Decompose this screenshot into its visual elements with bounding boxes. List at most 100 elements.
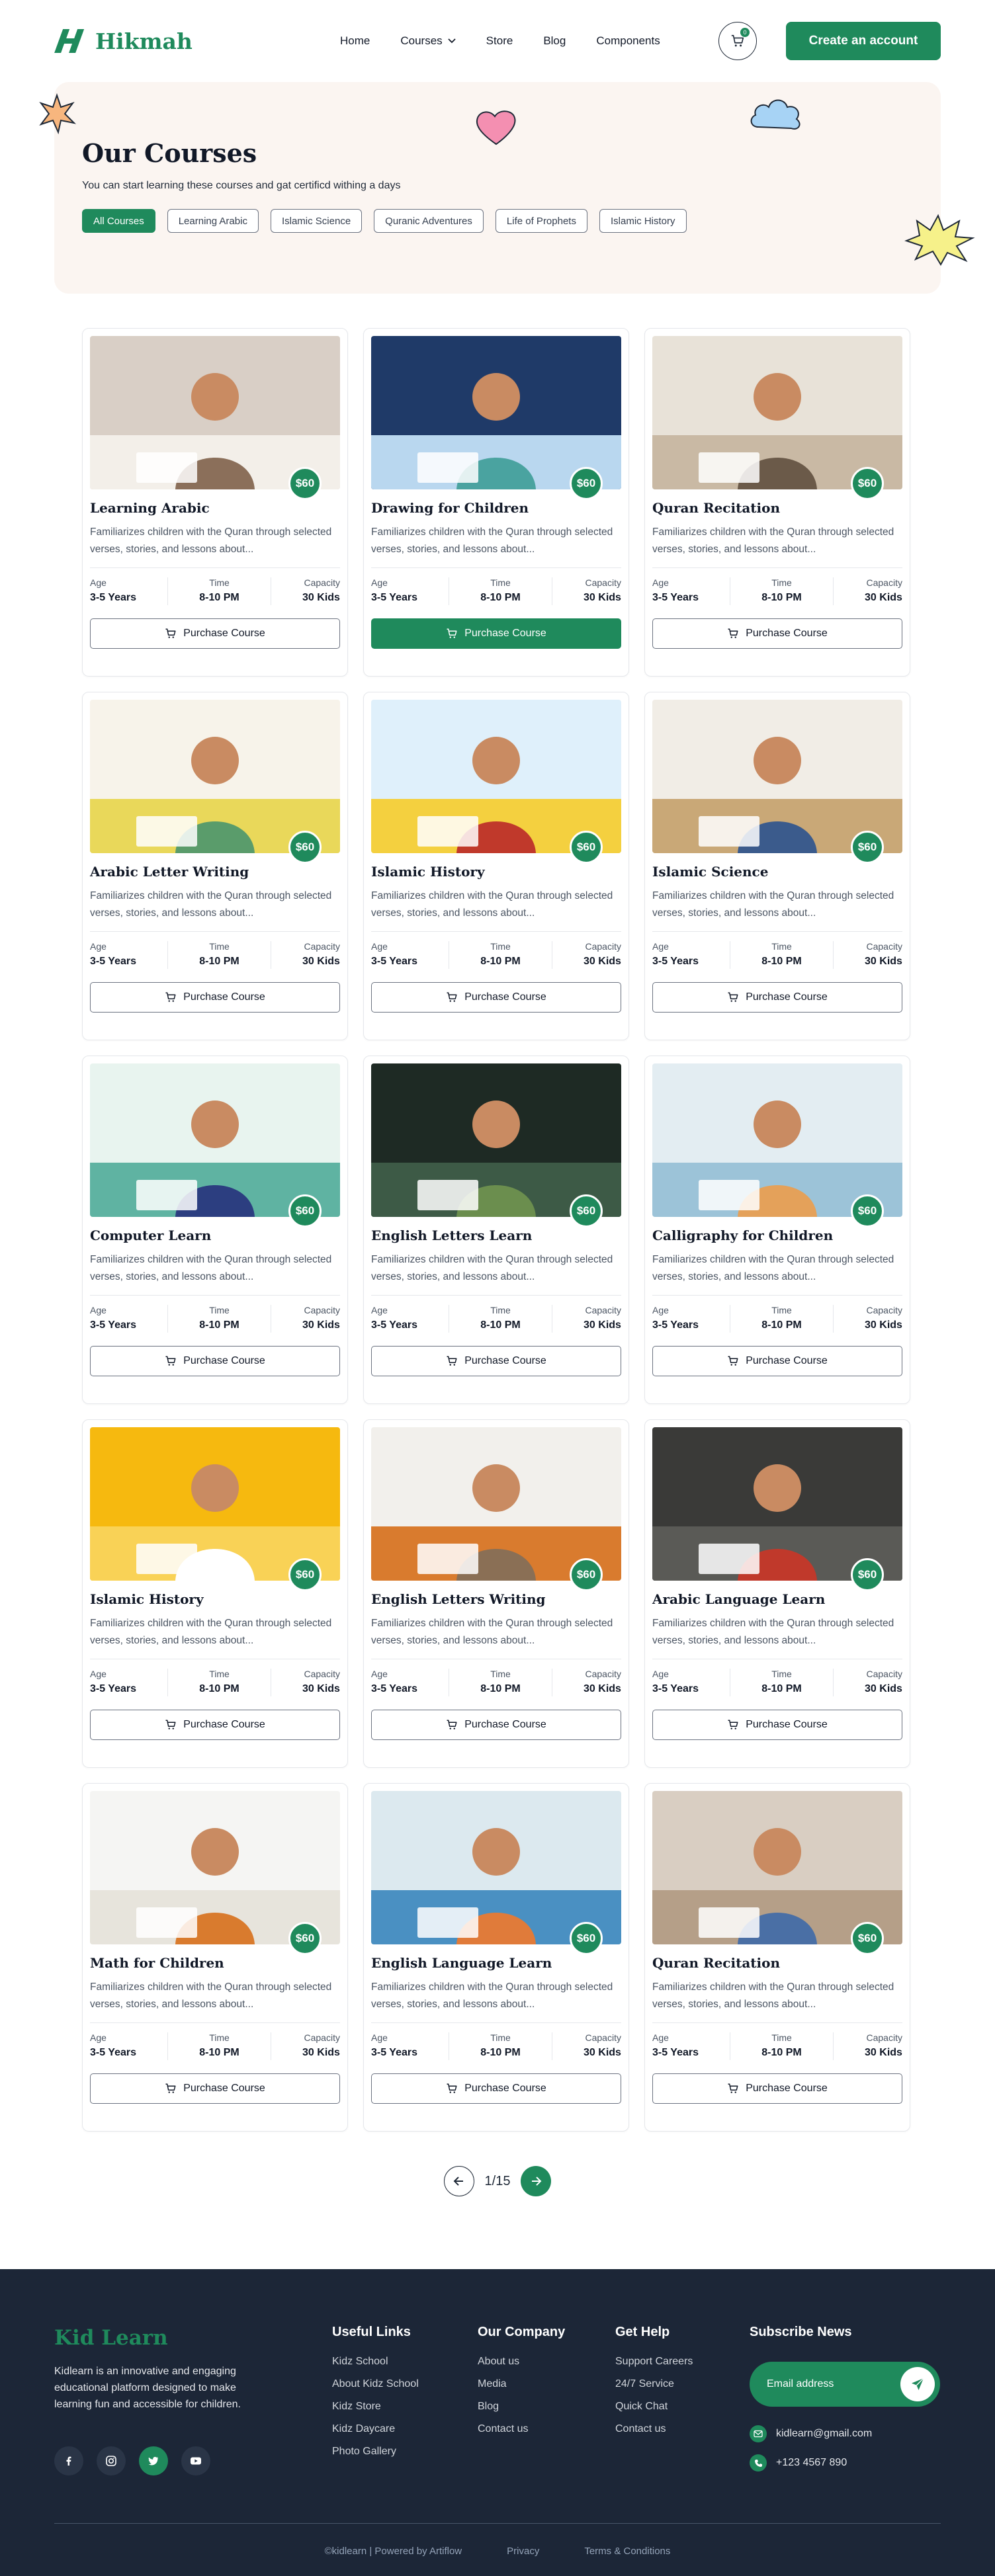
course-card[interactable]: $60 Calligraphy for Children Familiarize… [644,1056,910,1404]
purchase-course-button[interactable]: Purchase Course [652,2073,902,2104]
course-title[interactable]: Islamic Science [652,864,902,880]
course-title[interactable]: English Letters Writing [371,1591,621,1607]
purchase-course-button[interactable]: Purchase Course [371,2073,621,2104]
course-title[interactable]: Drawing for Children [371,500,621,516]
course-title[interactable]: Computer Learn [90,1227,340,1243]
filter-learning-arabic[interactable]: Learning Arabic [167,209,259,233]
course-card[interactable]: $60 English Letters Writing Familiarizes… [363,1419,629,1768]
filter-quranic-adventures[interactable]: Quranic Adventures [374,209,484,233]
cart-button[interactable]: 0 [718,22,757,60]
age-label: Age [652,577,669,588]
footer-link[interactable]: 24/7 Service [615,2378,693,2390]
footer-link[interactable]: Media [478,2378,565,2390]
footer-link[interactable]: About us [478,2356,565,2368]
purchase-course-button[interactable]: Purchase Course [90,1346,340,1376]
subscribe-email-field[interactable]: Email address [750,2362,940,2407]
purchase-course-button[interactable]: Purchase Course [90,618,340,649]
footer-link[interactable]: Kidz Daycare [332,2423,419,2435]
course-card[interactable]: $60 Quran Recitation Familiarizes childr… [644,328,910,677]
brand-logo[interactable]: Hikmah [54,25,193,57]
capacity-value: 30 Kids [584,1683,621,1694]
price-badge: $60 [851,1922,884,1955]
footer-link[interactable]: About Kidz School [332,2378,419,2390]
course-card[interactable]: $60 Islamic Science Familiarizes childre… [644,692,910,1040]
filter-life-of-prophets[interactable]: Life of Prophets [495,209,587,233]
terms-link[interactable]: Terms & Conditions [584,2546,670,2557]
social-links [54,2446,210,2475]
card-divider [90,931,340,932]
subscribe-send-button[interactable] [900,2367,935,2401]
purchase-course-button[interactable]: Purchase Course [652,1710,902,1740]
footer-link[interactable]: Photo Gallery [332,2446,419,2458]
contact-email[interactable]: kidlearn@gmail.com [750,2425,872,2442]
purchase-course-button[interactable]: Purchase Course [90,2073,340,2104]
purchase-course-button[interactable]: Purchase Course [90,1710,340,1740]
cart-count-badge: 0 [740,28,750,37]
privacy-link[interactable]: Privacy [507,2546,539,2557]
purchase-course-button[interactable]: Purchase Course [652,982,902,1013]
twitter-link[interactable] [139,2446,168,2475]
footer-link[interactable]: Contact us [478,2423,565,2435]
course-title[interactable]: Learning Arabic [90,500,340,516]
footer-link[interactable]: Contact us [615,2423,693,2435]
footer-link[interactable]: Kidz Store [332,2401,419,2413]
course-title[interactable]: English Language Learn [371,1955,621,1971]
nav-components[interactable]: Components [596,34,660,48]
course-card[interactable]: $60 English Language Learn Familiarizes … [363,1783,629,2132]
purchase-course-button[interactable]: Purchase Course [652,618,902,649]
card-divider [90,1295,340,1296]
course-card[interactable]: $60 Arabic Letter Writing Familiarizes c… [82,692,348,1040]
course-title[interactable]: Islamic History [371,864,621,880]
course-title[interactable]: Math for Children [90,1955,340,1971]
nav-blog[interactable]: Blog [543,34,566,48]
course-title[interactable]: Arabic Language Learn [652,1591,902,1607]
footer-link[interactable]: Blog [478,2401,565,2413]
facebook-link[interactable] [54,2446,83,2475]
course-title[interactable]: Calligraphy for Children [652,1227,902,1243]
course-title[interactable]: English Letters Learn [371,1227,621,1243]
course-title[interactable]: Arabic Letter Writing [90,864,340,880]
course-description: Familiarizes children with the Quran thr… [90,526,332,555]
time-label: Time [209,1305,230,1315]
course-card[interactable]: $60 Learning Arabic Familiarizes childre… [82,328,348,677]
course-card[interactable]: $60 Arabic Language Learn Familiarizes c… [644,1419,910,1768]
course-card[interactable]: $60 Quran Recitation Familiarizes childr… [644,1783,910,2132]
purchase-course-button[interactable]: Purchase Course [90,982,340,1013]
card-divider [90,567,340,568]
time-label: Time [771,577,792,588]
purchase-course-button[interactable]: Purchase Course [371,1346,621,1376]
filter-islamic-science[interactable]: Islamic Science [270,209,363,233]
youtube-link[interactable] [181,2446,210,2475]
course-card[interactable]: $60 Math for Children Familiarizes child… [82,1783,348,2132]
course-card[interactable]: $60 Computer Learn Familiarizes children… [82,1056,348,1404]
course-title[interactable]: Quran Recitation [652,500,902,516]
purchase-course-button[interactable]: Purchase Course [652,1346,902,1376]
filter-islamic-history[interactable]: Islamic History [599,209,687,233]
contact-phone[interactable]: +123 4567 890 [750,2454,847,2472]
nav-home[interactable]: Home [340,34,370,48]
course-title[interactable]: Islamic History [90,1591,340,1607]
footer-link[interactable]: Support Careers [615,2356,693,2368]
instagram-link[interactable] [97,2446,126,2475]
course-card[interactable]: $60 Islamic History Familiarizes childre… [82,1419,348,1768]
time-label: Time [490,941,511,952]
prev-page-button[interactable] [443,2166,474,2196]
purchase-course-button[interactable]: Purchase Course [371,982,621,1013]
footer-link[interactable]: Kidz School [332,2356,419,2368]
course-title[interactable]: Quran Recitation [652,1955,902,1971]
course-card[interactable]: $60 Islamic History Familiarizes childre… [363,692,629,1040]
cart-icon [447,992,457,1002]
time-value: 8-10 PM [761,592,802,603]
course-card[interactable]: $60 English Letters Learn Familiarizes c… [363,1056,629,1404]
next-page-button[interactable] [521,2166,552,2196]
purchase-course-button[interactable]: Purchase Course [371,618,621,649]
course-card[interactable]: $60 Drawing for Children Familiarizes ch… [363,328,629,677]
footer-brand[interactable]: Kid Learn [54,2326,168,2350]
purchase-label: Purchase Course [746,628,828,639]
footer-link[interactable]: Quick Chat [615,2401,693,2413]
create-account-button[interactable]: Create an account [786,22,941,60]
nav-store[interactable]: Store [486,34,513,48]
purchase-course-button[interactable]: Purchase Course [371,1710,621,1740]
filter-all-courses[interactable]: All Courses [82,209,155,233]
nav-courses[interactable]: Courses [400,34,456,48]
